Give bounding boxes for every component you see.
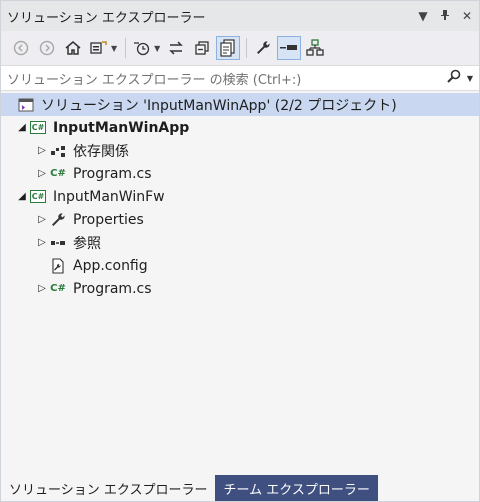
sync-arrows-icon bbox=[169, 41, 184, 55]
window-menu-icon[interactable]: ▼ bbox=[413, 9, 433, 23]
tree-item-references[interactable]: ▷ 参照 bbox=[1, 231, 479, 254]
tab-team-explorer[interactable]: チーム エクスプローラー bbox=[215, 475, 378, 501]
collapse-all-button[interactable] bbox=[190, 36, 214, 60]
pin-icon[interactable] bbox=[435, 9, 455, 24]
toolbar-separator bbox=[246, 38, 248, 58]
switch-views-button[interactable] bbox=[87, 36, 111, 60]
collapse-arrow-icon[interactable]: ◢ bbox=[15, 191, 29, 202]
tree-item-program-cs[interactable]: ▷ C# Program.cs bbox=[1, 162, 479, 185]
pending-changes-dropdown-icon[interactable]: ▼ bbox=[154, 44, 160, 53]
pending-changes-filter-button[interactable] bbox=[130, 36, 154, 60]
tree-item-properties[interactable]: ▷ Properties bbox=[1, 208, 479, 231]
csharp-project-icon: C# bbox=[30, 121, 46, 134]
solution-explorer-window: ソリューション エクスプローラー ▼ ✕ ▼ ▼ ソリューション エクスプローラ… bbox=[0, 0, 480, 502]
search-box[interactable]: ソリューション エクスプローラー の検索 (Ctrl+:) ▼ bbox=[1, 65, 479, 91]
tree-item-label: 依存関係 bbox=[73, 143, 129, 160]
close-icon[interactable]: ✕ bbox=[457, 9, 477, 23]
toolbar-separator bbox=[125, 38, 127, 58]
tab-strip-filler bbox=[377, 475, 479, 501]
wrench-icon bbox=[257, 41, 270, 54]
tree-item-label: Program.cs bbox=[73, 165, 152, 182]
dependencies-icon bbox=[49, 142, 67, 160]
solution-icon bbox=[17, 96, 35, 114]
tree-item-dependencies[interactable]: ▷ 依存関係 bbox=[1, 139, 479, 162]
preview-selected-items-button[interactable] bbox=[277, 36, 302, 60]
back-arrow-icon bbox=[13, 40, 29, 56]
csharp-project-icon: C# bbox=[30, 190, 46, 203]
home-button[interactable] bbox=[61, 36, 85, 60]
class-diagram-button[interactable] bbox=[303, 36, 327, 60]
preview-icon bbox=[280, 45, 298, 50]
expand-arrow-icon[interactable]: ▷ bbox=[35, 214, 49, 225]
switch-views-dropdown-icon[interactable]: ▼ bbox=[111, 44, 117, 53]
window-title: ソリューション エクスプローラー bbox=[7, 10, 206, 26]
show-all-files-icon bbox=[220, 39, 235, 57]
tree-item-label: Program.cs bbox=[73, 280, 152, 297]
back-button[interactable] bbox=[9, 36, 33, 60]
project-node-inputmanwinfw[interactable]: ◢ C# InputManWinFw bbox=[1, 185, 479, 208]
tree-item-label: App.config bbox=[73, 257, 148, 274]
expand-arrow-icon[interactable]: ▷ bbox=[35, 168, 49, 179]
forward-button[interactable] bbox=[35, 36, 59, 60]
project-label: InputManWinFw bbox=[53, 188, 165, 205]
title-bar: ソリューション エクスプローラー ▼ ✕ bbox=[1, 1, 479, 31]
search-input[interactable]: ソリューション エクスプローラー の検索 (Ctrl+:) bbox=[7, 69, 447, 88]
show-all-files-button[interactable] bbox=[216, 36, 241, 60]
project-node-inputmanwinapp[interactable]: ◢ C# InputManWinApp bbox=[1, 116, 479, 139]
solution-label: ソリューション 'InputManWinApp' (2/2 プロジェクト) bbox=[41, 97, 397, 114]
search-icon[interactable] bbox=[447, 69, 461, 87]
solution-tree: ソリューション 'InputManWinApp' (2/2 プロジェクト) ◢ … bbox=[1, 91, 479, 300]
expand-arrow-icon[interactable]: ▷ bbox=[35, 237, 49, 248]
home-icon bbox=[65, 41, 81, 55]
references-icon bbox=[49, 234, 67, 252]
collapse-all-icon bbox=[195, 41, 209, 55]
forward-arrow-icon bbox=[39, 40, 55, 56]
tool-window-tabs: ソリューション エクスプローラー チーム エクスプローラー bbox=[1, 475, 479, 501]
toolbar: ▼ ▼ bbox=[1, 31, 479, 65]
config-file-icon bbox=[49, 257, 67, 275]
properties-button[interactable] bbox=[251, 36, 275, 60]
tree-item-app-config[interactable]: App.config bbox=[1, 254, 479, 277]
tab-solution-explorer[interactable]: ソリューション エクスプローラー bbox=[1, 475, 216, 501]
csharp-file-icon: C# bbox=[50, 168, 66, 179]
switch-views-icon bbox=[90, 41, 107, 54]
project-label: InputManWinApp bbox=[53, 119, 190, 136]
csharp-file-icon: C# bbox=[50, 283, 66, 294]
solution-node[interactable]: ソリューション 'InputManWinApp' (2/2 プロジェクト) bbox=[1, 93, 479, 116]
sync-with-active-document-button[interactable] bbox=[164, 36, 188, 60]
clock-filter-icon bbox=[134, 42, 150, 56]
class-diagram-icon bbox=[306, 39, 324, 56]
collapse-arrow-icon[interactable]: ◢ bbox=[15, 122, 29, 133]
tree-item-program-cs[interactable]: ▷ C# Program.cs bbox=[1, 277, 479, 300]
expand-arrow-icon[interactable]: ▷ bbox=[35, 283, 49, 294]
wrench-icon bbox=[49, 211, 67, 229]
tree-item-label: Properties bbox=[73, 211, 144, 228]
tree-item-label: 参照 bbox=[73, 235, 101, 252]
search-options-dropdown-icon[interactable]: ▼ bbox=[467, 74, 473, 83]
expand-arrow-icon[interactable]: ▷ bbox=[35, 145, 49, 156]
